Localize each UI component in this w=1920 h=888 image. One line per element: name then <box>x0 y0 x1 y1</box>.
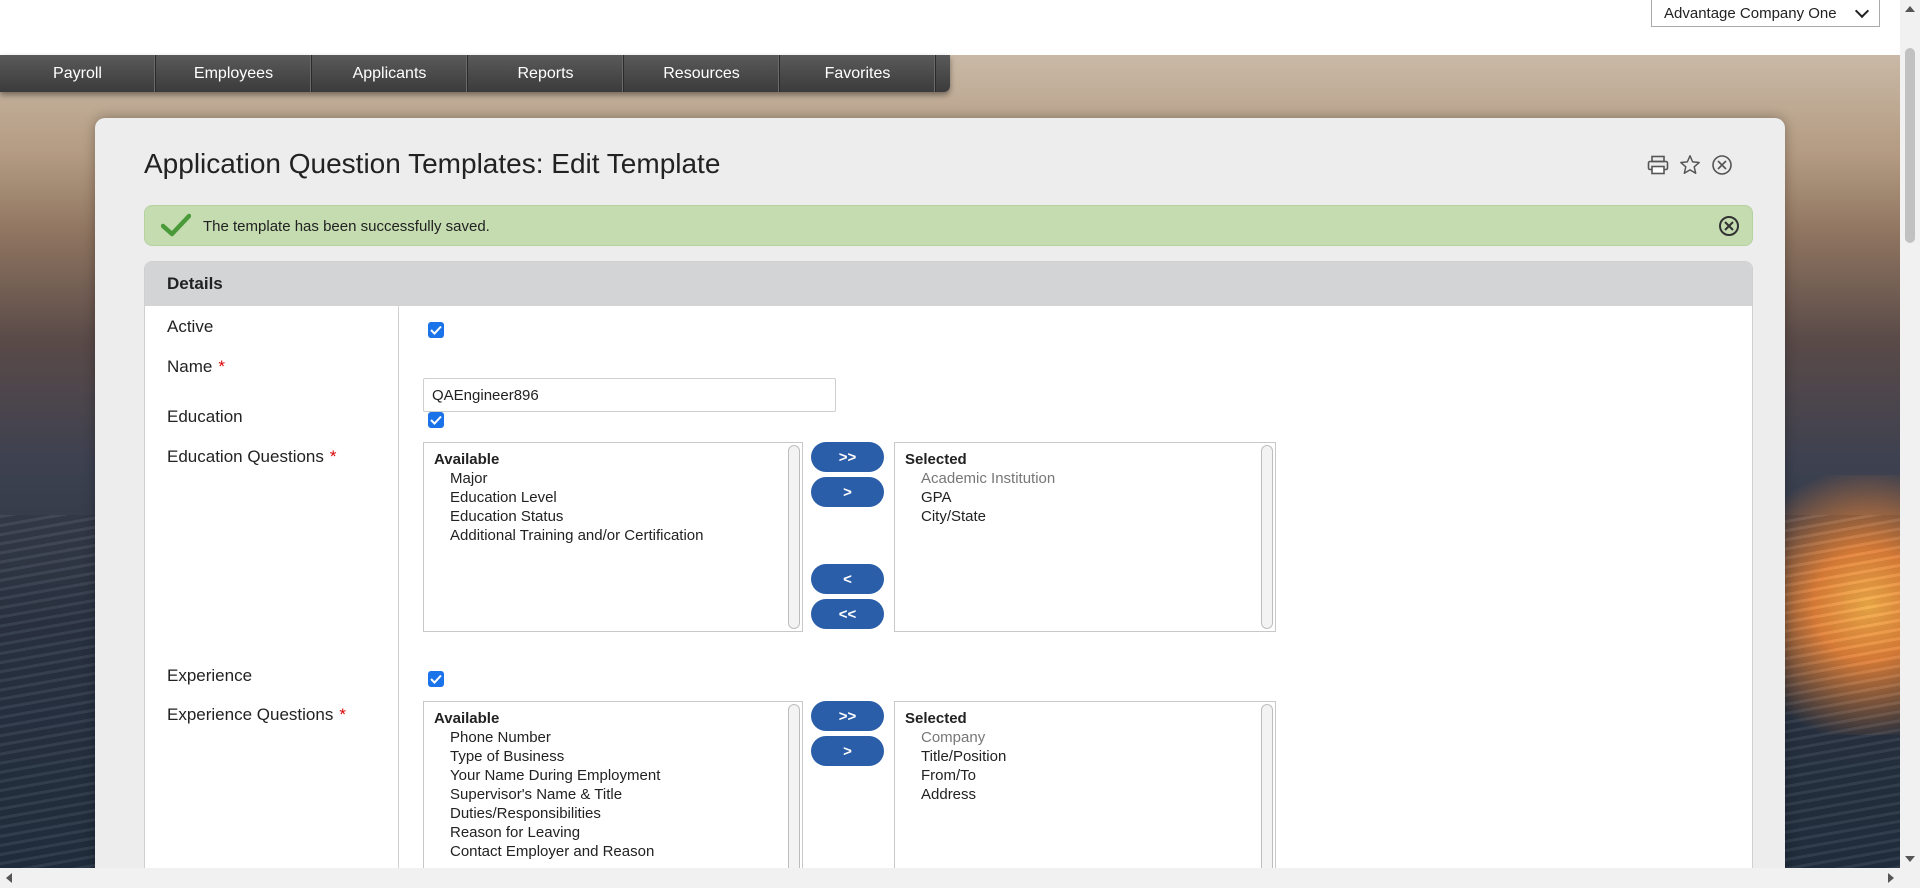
alert-message: The template has been successfully saved… <box>203 218 490 235</box>
remove-all-button[interactable]: << <box>811 599 884 629</box>
list-option[interactable]: Education Level <box>434 488 792 507</box>
list-scrollbar[interactable] <box>1261 704 1273 887</box>
list-option[interactable]: Title/Position <box>905 747 1265 766</box>
close-circle-icon[interactable] <box>1711 154 1733 176</box>
list-option[interactable]: Address <box>905 785 1265 804</box>
add-button[interactable]: > <box>811 736 884 766</box>
name-input[interactable] <box>423 378 836 412</box>
checkmark-icon <box>160 213 192 242</box>
dismiss-alert-icon[interactable] <box>1718 215 1740 242</box>
list-option[interactable]: Phone Number <box>434 728 792 747</box>
education-questions-label-text: Education Questions <box>167 447 324 466</box>
list-header: Selected <box>905 710 967 727</box>
company-select[interactable]: Advantage Company One <box>1651 0 1880 27</box>
list-option[interactable]: Reason for Leaving <box>434 823 792 842</box>
scroll-thumb[interactable] <box>1905 48 1915 243</box>
experience-available-list[interactable]: Available Phone Number Type of Business … <box>423 701 803 887</box>
list-option[interactable]: Contact Employer and Reason <box>434 842 792 861</box>
star-icon[interactable] <box>1679 154 1701 176</box>
success-alert: The template has been successfully saved… <box>144 205 1753 246</box>
page-vertical-scrollbar[interactable] <box>1900 0 1920 868</box>
scroll-right-icon[interactable] <box>1888 873 1894 883</box>
nav-item-resources[interactable]: Resources <box>624 55 780 92</box>
education-questions-label: Education Questions * <box>167 447 337 467</box>
company-select-value: Advantage Company One <box>1664 4 1837 22</box>
experience-label: Experience <box>167 666 253 685</box>
scroll-left-icon[interactable] <box>6 873 12 883</box>
nav-item-applicants[interactable]: Applicants <box>312 55 468 92</box>
education-selected-list[interactable]: Selected Academic Institution GPA City/S… <box>894 442 1276 632</box>
print-icon[interactable] <box>1647 154 1669 176</box>
add-button[interactable]: > <box>811 477 884 507</box>
details-section: Details Active Name * Education Education… <box>144 261 1753 888</box>
nav-item-favorites[interactable]: Favorites <box>780 55 936 92</box>
list-header: Selected <box>905 451 967 468</box>
experience-questions-label-text: Experience Questions <box>167 705 334 724</box>
active-checkbox[interactable] <box>428 322 444 338</box>
list-header: Available <box>434 451 500 468</box>
active-label: Active <box>167 317 214 336</box>
scroll-down-icon[interactable] <box>1905 856 1915 862</box>
list-option[interactable]: Supervisor's Name & Title <box>434 785 792 804</box>
name-label: Name * <box>167 357 225 377</box>
list-option[interactable]: From/To <box>905 766 1265 785</box>
nav-item-payroll[interactable]: Payroll <box>0 55 156 92</box>
nav-item-employees[interactable]: Employees <box>156 55 312 92</box>
add-all-button[interactable]: >> <box>811 442 884 472</box>
list-option[interactable]: GPA <box>905 488 1265 507</box>
main-panel: Application Question Templates: Edit Tem… <box>95 118 1785 888</box>
top-header: Advantage Company One <box>0 0 1900 55</box>
label-column <box>145 306 399 887</box>
list-option[interactable]: Additional Training and/or Certification <box>434 526 792 545</box>
education-available-list[interactable]: Available Major Education Level Educatio… <box>423 442 803 632</box>
list-option[interactable]: Academic Institution <box>905 469 1265 488</box>
scroll-up-icon[interactable] <box>1905 6 1915 12</box>
education-checkbox[interactable] <box>428 412 444 428</box>
experience-selected-list[interactable]: Selected Company Title/Position From/To … <box>894 701 1276 887</box>
nav-item-reports[interactable]: Reports <box>468 55 624 92</box>
list-header: Available <box>434 710 500 727</box>
required-marker: * <box>218 357 225 376</box>
remove-button[interactable]: < <box>811 564 884 594</box>
list-option[interactable]: Your Name During Employment <box>434 766 792 785</box>
main-nav: Payroll Employees Applicants Reports Res… <box>0 55 950 92</box>
chevron-down-icon <box>1854 3 1870 18</box>
list-option[interactable]: City/State <box>905 507 1265 526</box>
list-scrollbar[interactable] <box>788 445 800 629</box>
list-option[interactable]: Education Status <box>434 507 792 526</box>
education-label: Education <box>167 407 243 426</box>
experience-questions-label: Experience Questions * <box>167 705 346 725</box>
page-horizontal-scrollbar[interactable] <box>0 868 1920 888</box>
list-scrollbar[interactable] <box>788 704 800 887</box>
add-all-button[interactable]: >> <box>811 701 884 731</box>
page-title: Application Question Templates: Edit Tem… <box>144 148 721 179</box>
name-label-text: Name <box>167 357 213 376</box>
list-option[interactable]: Company <box>905 728 1265 747</box>
required-marker: * <box>339 705 346 724</box>
required-marker: * <box>329 447 337 466</box>
details-heading: Details <box>145 262 1752 306</box>
list-option[interactable]: Type of Business <box>434 747 792 766</box>
list-option[interactable]: Major <box>434 469 792 488</box>
experience-checkbox[interactable] <box>428 671 444 687</box>
page-tools <box>1647 154 1733 176</box>
list-scrollbar[interactable] <box>1261 445 1273 629</box>
list-option[interactable]: Duties/Responsibilities <box>434 804 792 823</box>
